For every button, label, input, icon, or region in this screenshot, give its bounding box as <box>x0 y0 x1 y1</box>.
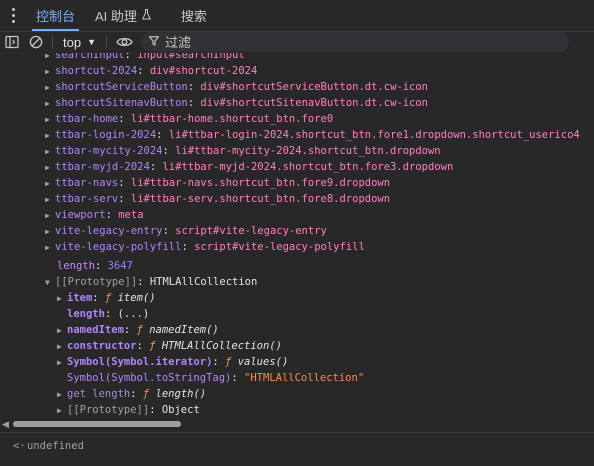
drawer-tab-bar: 控制台 AI 助理 搜索 <box>0 0 594 32</box>
prototype-member-row[interactable]: ▶ namedItem: ƒ namedItem() <box>57 322 219 338</box>
expand-triangle-icon[interactable]: ▶ <box>45 144 55 160</box>
object-property-row[interactable]: ▶ viewport: meta <box>45 207 144 223</box>
collapse-triangle-icon[interactable]: ▼ <box>45 275 55 291</box>
console-toolbar: top ▼ <box>0 32 594 52</box>
object-property-row[interactable]: ▶ ttbar-login-2024: li#ttbar-login-2024.s… <box>45 127 580 143</box>
prototype-member-row[interactable]: ▶ Symbol(Symbol.iterator): ƒ values() <box>57 354 288 370</box>
expand-triangle-icon[interactable]: ▶ <box>45 240 55 256</box>
expand-triangle-icon[interactable]: ▶ <box>45 80 55 96</box>
result-arrow-icon: <· <box>13 440 26 452</box>
tab-ai-assistant-label: AI 助理 <box>95 9 137 24</box>
toolbar-divider <box>106 35 107 49</box>
filter-input[interactable] <box>165 34 545 50</box>
sidebar-toggle-icon[interactable] <box>0 32 24 52</box>
context-selector-value: top <box>63 34 82 50</box>
length-property-row: length: 3647 <box>57 260 133 272</box>
object-property-row[interactable]: ▶ vite-legacy-entry: script#vite-legacy-e… <box>45 223 327 239</box>
expand-triangle-icon[interactable]: ▶ <box>45 176 55 192</box>
prototype-member-row[interactable]: length: (...) <box>67 306 149 322</box>
prototype-member-row[interactable]: ▶ get length: ƒ length() <box>57 386 206 402</box>
prototype-member-row[interactable]: ▶ [[Prototype]]: Object <box>57 402 200 418</box>
horizontal-scrollbar[interactable]: ◀ <box>0 417 594 431</box>
prototype-member-row[interactable]: ▶ item: ƒ item() <box>57 290 156 306</box>
experiment-flask-icon <box>141 8 151 23</box>
expand-triangle-icon[interactable]: ▶ <box>45 112 55 128</box>
scroll-left-arrow-icon[interactable]: ◀ <box>2 419 9 430</box>
object-property-row[interactable]: ▶ ttbar-myjd-2024: li#ttbar-myjd-2024.sho… <box>45 159 453 175</box>
expand-triangle-icon[interactable]: ▶ <box>57 387 67 403</box>
scrollbar-thumb[interactable] <box>13 421 181 427</box>
expand-triangle-icon[interactable]: ▶ <box>45 192 55 208</box>
clear-console-icon[interactable] <box>24 32 48 52</box>
expand-triangle-icon[interactable]: ▶ <box>57 355 67 371</box>
expand-triangle-icon[interactable]: ▶ <box>57 291 67 307</box>
object-property-row[interactable]: ▶ ttbar-mycity-2024: li#ttbar-mycity-2024… <box>45 143 441 159</box>
object-property-row[interactable]: ▶ ttbar-serv: li#ttbar-serv.shortcut_btn.… <box>45 191 390 207</box>
console-result-row: <· undefined <box>0 432 594 466</box>
tab-console-label: 控制台 <box>36 9 76 24</box>
tab-ai-assistant[interactable]: AI 助理 <box>85 0 161 31</box>
object-property-row[interactable]: ▶ ttbar-home: li#ttbar-home.shortcut_btn.… <box>45 111 333 127</box>
more-options-icon[interactable] <box>0 0 26 31</box>
chevron-down-icon: ▼ <box>87 37 96 47</box>
filter-funnel-icon <box>148 35 160 49</box>
expand-triangle-icon[interactable]: ▶ <box>45 224 55 240</box>
prototype-member-row[interactable]: ▶ constructor: ƒ HTMLAllCollection() <box>57 338 282 354</box>
toolbar-divider <box>52 35 53 49</box>
console-output: ▶ searchInput: input#searchInput ▶ shortcu… <box>0 53 594 425</box>
tab-console[interactable]: 控制台 <box>26 0 85 31</box>
filter-box[interactable] <box>141 32 569 52</box>
object-property-row[interactable]: ▶ ttbar-navs: li#ttbar-navs.shortcut_btn.… <box>45 175 390 191</box>
expand-triangle-icon[interactable]: ▶ <box>45 96 55 112</box>
object-property-row[interactable]: ▶ shortcutSitenavButton: div#shortcutSite… <box>45 95 428 111</box>
expand-triangle-icon[interactable]: ▶ <box>45 128 55 144</box>
expand-triangle-icon[interactable]: ▶ <box>57 323 67 339</box>
object-property-row[interactable]: ▶ vite-legacy-polyfill: script#vite-legac… <box>45 239 365 255</box>
prototype-member-row: Symbol(Symbol.toStringTag): "HTMLAllColl… <box>67 372 365 384</box>
prototype-row[interactable]: ▼ [[Prototype]]: HTMLAllCollection <box>45 274 257 290</box>
context-selector[interactable]: top ▼ <box>57 35 102 50</box>
expand-triangle-icon[interactable]: ▶ <box>57 339 67 355</box>
object-property-row[interactable]: ▶ shortcut-2024: div#shortcut-2024 <box>45 63 257 79</box>
expand-triangle-icon[interactable]: ▶ <box>45 208 55 224</box>
tab-search[interactable]: 搜索 <box>171 0 217 31</box>
expand-triangle-icon[interactable]: ▶ <box>45 64 55 80</box>
live-expression-eye-icon[interactable] <box>111 32 137 52</box>
result-value: undefined <box>27 440 84 452</box>
object-property-row[interactable]: ▶ shortcutServiceButton: div#shortcutServ… <box>45 79 428 95</box>
tab-search-label: 搜索 <box>180 9 207 24</box>
object-property-row[interactable]: ▶ searchInput: input#searchInput <box>45 53 245 63</box>
expand-triangle-icon[interactable]: ▶ <box>45 160 55 176</box>
